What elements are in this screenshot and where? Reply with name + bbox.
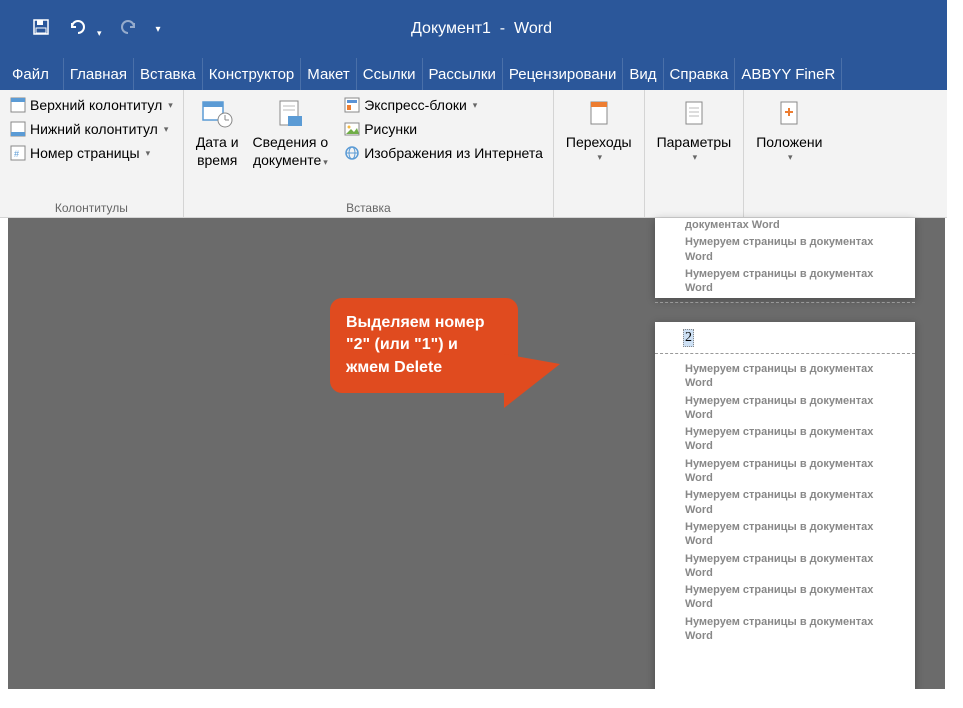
tab-file[interactable]: Файл (0, 58, 64, 90)
tab-view[interactable]: Вид (623, 58, 663, 90)
header-button[interactable]: Верхний колонтитул▾ (6, 94, 177, 116)
redo-icon[interactable] (120, 18, 138, 41)
group-insert: Дата и время Сведения о документе▾ Экспр… (184, 90, 554, 217)
doc-text-line: Нумеруем страницы в документах Word (685, 552, 885, 581)
doc-text-line: Нумеруем страницы в документах Word (685, 520, 885, 549)
doc-text-line: Нумеруем страницы в документах Word (685, 583, 885, 612)
footer-label: Нижний колонтитул (30, 121, 158, 137)
tab-home[interactable]: Главная (64, 58, 134, 90)
window-title: Документ1 - Word (411, 20, 552, 38)
quick-access-toolbar: ▾ ▾ (0, 18, 161, 41)
tab-insert[interactable]: Вставка (134, 58, 203, 90)
doc-text-line: Нумеруем страницы в документах Word (685, 235, 885, 264)
group-headers-label: Колонтитулы (6, 201, 177, 217)
group-insert-label: Вставка (190, 201, 547, 217)
pictures-icon (344, 121, 360, 137)
pictures-label: Рисунки (364, 121, 417, 137)
doc-text-line: Нумеруем страницы в документах Word (685, 425, 885, 454)
datetime-label2: время (197, 152, 237, 168)
group-headers: Верхний колонтитул▾ Нижний колонтитул▾ #… (0, 90, 184, 217)
options-icon (678, 98, 710, 130)
navigation-icon (583, 98, 615, 130)
tab-help[interactable]: Справка (664, 58, 736, 90)
navigation-button[interactable]: Переходы ▾ (560, 94, 638, 167)
footer-button[interactable]: Нижний колонтитул▾ (6, 118, 177, 140)
quickparts-label: Экспресс-блоки (364, 97, 467, 113)
page-number-button[interactable]: # Номер страницы▾ (6, 142, 177, 164)
docinfo-label2: документе (253, 152, 321, 168)
options-button[interactable]: Параметры ▾ (651, 94, 738, 167)
docinfo-label1: Сведения о (253, 134, 329, 150)
pictures-button[interactable]: Рисунки (340, 118, 547, 140)
svg-text:#: # (14, 149, 19, 159)
page-2[interactable]: 2 Нумеруем страницы в документах Word Ну… (655, 322, 915, 692)
tab-design[interactable]: Конструктор (203, 58, 302, 90)
docinfo-button[interactable]: Сведения о документе▾ (247, 94, 335, 172)
annotation-callout: Выделяем номер "2" (или "1") и жмем Dele… (330, 298, 518, 393)
torn-edge-right (947, 0, 963, 703)
options-label: Параметры (657, 134, 732, 150)
document-workspace[interactable]: документах Word Нумеруем страницы в доку… (8, 218, 945, 695)
footer-icon (10, 121, 26, 137)
doc-text-line: Нумеруем страницы в документах Word (685, 267, 885, 296)
callout-arrow-icon (504, 354, 560, 408)
navigation-label: Переходы (566, 134, 632, 150)
page-header-area[interactable]: 2 (655, 322, 915, 354)
page-1-bottom[interactable]: документах Word Нумеруем страницы в доку… (655, 218, 915, 298)
doc-text-line: Нумеруем страницы в документах Word (685, 488, 885, 517)
group-navigation: Переходы ▾ (554, 90, 645, 217)
tab-mailings[interactable]: Рассылки (423, 58, 503, 90)
doc-text-line: Нумеруем страницы в документах Word (685, 615, 885, 644)
online-pictures-label: Изображения из Интернета (364, 145, 543, 161)
group-position: Положени ▾ (744, 90, 834, 217)
header-icon (10, 97, 26, 113)
tab-review[interactable]: Рецензировани (503, 58, 623, 90)
doc-text-line: Нумеруем страницы в документах Word (685, 457, 885, 486)
tab-references[interactable]: Ссылки (357, 58, 423, 90)
datetime-button[interactable]: Дата и время (190, 94, 245, 172)
doc-text-line: документах Word (685, 218, 885, 232)
tab-layout[interactable]: Макет (301, 58, 356, 90)
doc-text-line: Нумеруем страницы в документах Word (685, 394, 885, 423)
doc-text-line: Нумеруем страницы в документах Word (685, 362, 885, 391)
qat-customize-icon[interactable]: ▾ (156, 24, 161, 35)
datetime-label1: Дата и (196, 134, 239, 150)
torn-edge-bottom (0, 689, 963, 703)
ribbon-tabs: Файл Главная Вставка Конструктор Макет С… (0, 58, 963, 90)
header-label: Верхний колонтитул (30, 97, 162, 113)
undo-icon[interactable]: ▾ (68, 18, 102, 41)
title-bar: ▾ ▾ Документ1 - Word (0, 0, 963, 58)
group-options: Параметры ▾ (645, 90, 745, 217)
online-pictures-button[interactable]: Изображения из Интернета (340, 142, 547, 164)
quickparts-icon (344, 97, 360, 113)
position-icon (773, 98, 805, 130)
page-number-field[interactable]: 2 (683, 329, 694, 347)
ribbon: Верхний колонтитул▾ Нижний колонтитул▾ #… (0, 90, 963, 218)
callout-text: Выделяем номер "2" (или "1") и жмем Dele… (346, 314, 484, 376)
position-label: Положени (756, 134, 822, 150)
docinfo-icon (274, 98, 306, 130)
save-icon[interactable] (32, 18, 50, 41)
page-number-icon: # (10, 145, 26, 161)
datetime-icon (201, 98, 233, 130)
quickparts-button[interactable]: Экспресс-блоки▾ (340, 94, 547, 116)
online-pictures-icon (344, 145, 360, 161)
position-button[interactable]: Положени ▾ (750, 94, 828, 167)
page-number-label: Номер страницы (30, 145, 140, 161)
tab-abbyy[interactable]: ABBYY FineR (735, 58, 842, 90)
